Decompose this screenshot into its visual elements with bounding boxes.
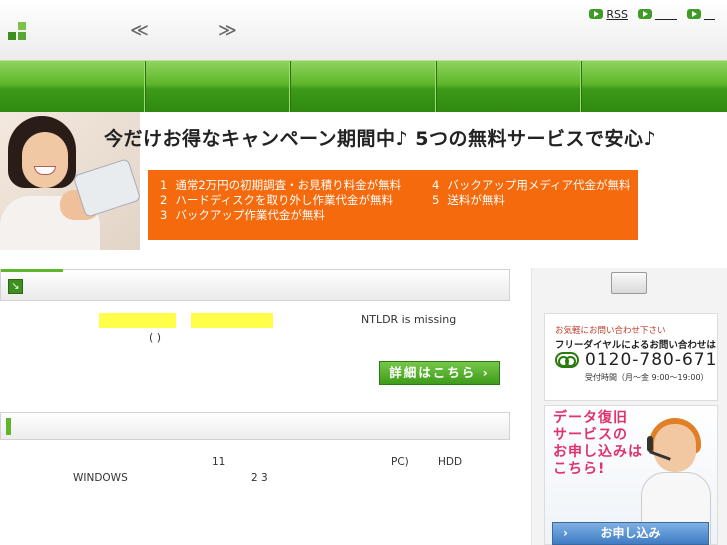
phone-number[interactable]: 0120-780-671 xyxy=(585,350,717,370)
apply-banner-text: データ復旧 サービスの お申し込みは こちら! xyxy=(553,410,643,477)
nav-item-5[interactable] xyxy=(582,61,727,112)
section-accent xyxy=(1,269,63,272)
campaign-item: 1 通常2万円の初期調査・お見積り料金が無料 xyxy=(160,178,402,192)
play-icon xyxy=(687,9,701,19)
header-link-2[interactable]: ＿＿ xyxy=(638,6,677,22)
play-icon xyxy=(589,9,604,19)
logo-square xyxy=(18,22,26,30)
business-hours: 受付時間（月～金 9:00～19:00） xyxy=(585,373,709,382)
body-text: PC) xyxy=(391,456,409,468)
section-header-2 xyxy=(0,412,510,440)
error-message-text: NTLDR is missing xyxy=(361,313,457,326)
campaign-item: 4 バックアップ用メディア代金が無料 xyxy=(432,178,631,192)
site-header: ≪ ≫ RSS ＿＿ ＿ xyxy=(0,0,727,60)
sidebar-button[interactable] xyxy=(611,272,647,294)
campaign-item: 3 バックアップ作業代金が無料 xyxy=(160,208,325,222)
section-accent xyxy=(6,418,11,435)
body-text: 11 xyxy=(212,456,226,468)
rss-link[interactable]: RSS xyxy=(589,6,628,22)
logo-square xyxy=(8,32,16,40)
details-button[interactable]: 詳細はこちら › xyxy=(379,361,500,385)
paren-text: ( ) xyxy=(149,331,162,344)
header-link-3[interactable]: ＿ xyxy=(687,6,715,22)
highlight-mark xyxy=(191,313,273,328)
nav-item-4[interactable] xyxy=(437,61,583,112)
highlight-mark xyxy=(99,313,176,328)
nav-item-2[interactable] xyxy=(146,61,292,112)
body-text: WINDOWS xyxy=(73,472,128,484)
arrow-icon: ↘ xyxy=(8,279,23,294)
site-logo[interactable] xyxy=(8,22,30,42)
apply-button[interactable]: お申し込み xyxy=(552,522,709,545)
campaign-box: 1 通常2万円の初期調査・お見積り料金が無料 2 ハードディスクを取り外し作業代金が… xyxy=(148,170,638,240)
campaign-item: 5 送料が無料 xyxy=(432,193,505,207)
section-header-1: ↘ xyxy=(0,269,510,301)
chevron-left-icon: ≪ xyxy=(130,20,149,41)
body-text: HDD xyxy=(438,456,463,468)
logo-square xyxy=(18,32,26,40)
body-text: 2 3 xyxy=(251,472,268,484)
nav-item-3[interactable] xyxy=(291,61,437,112)
play-icon xyxy=(638,9,652,19)
contact-heading: フリーダイヤルによるお問い合わせは xyxy=(555,340,716,351)
chevron-right-icon: ≫ xyxy=(218,20,237,41)
campaign-item: 2 ハードディスクを取り外し作業代金が無料 xyxy=(160,193,394,207)
banner-headline: 今だけお得なキャンペーン期間中♪ 5つの無料サービスで安心♪ xyxy=(104,128,657,150)
contact-panel: お気軽にお問い合わせ下さい フリーダイヤルによるお問い合わせは 0120-780… xyxy=(544,313,718,401)
nav-item-1[interactable] xyxy=(0,61,146,112)
main-nav xyxy=(0,60,727,112)
header-links: RSS ＿＿ ＿ xyxy=(589,6,715,22)
freedial-icon xyxy=(555,352,579,368)
contact-note: お気軽にお問い合わせ下さい xyxy=(555,326,666,336)
